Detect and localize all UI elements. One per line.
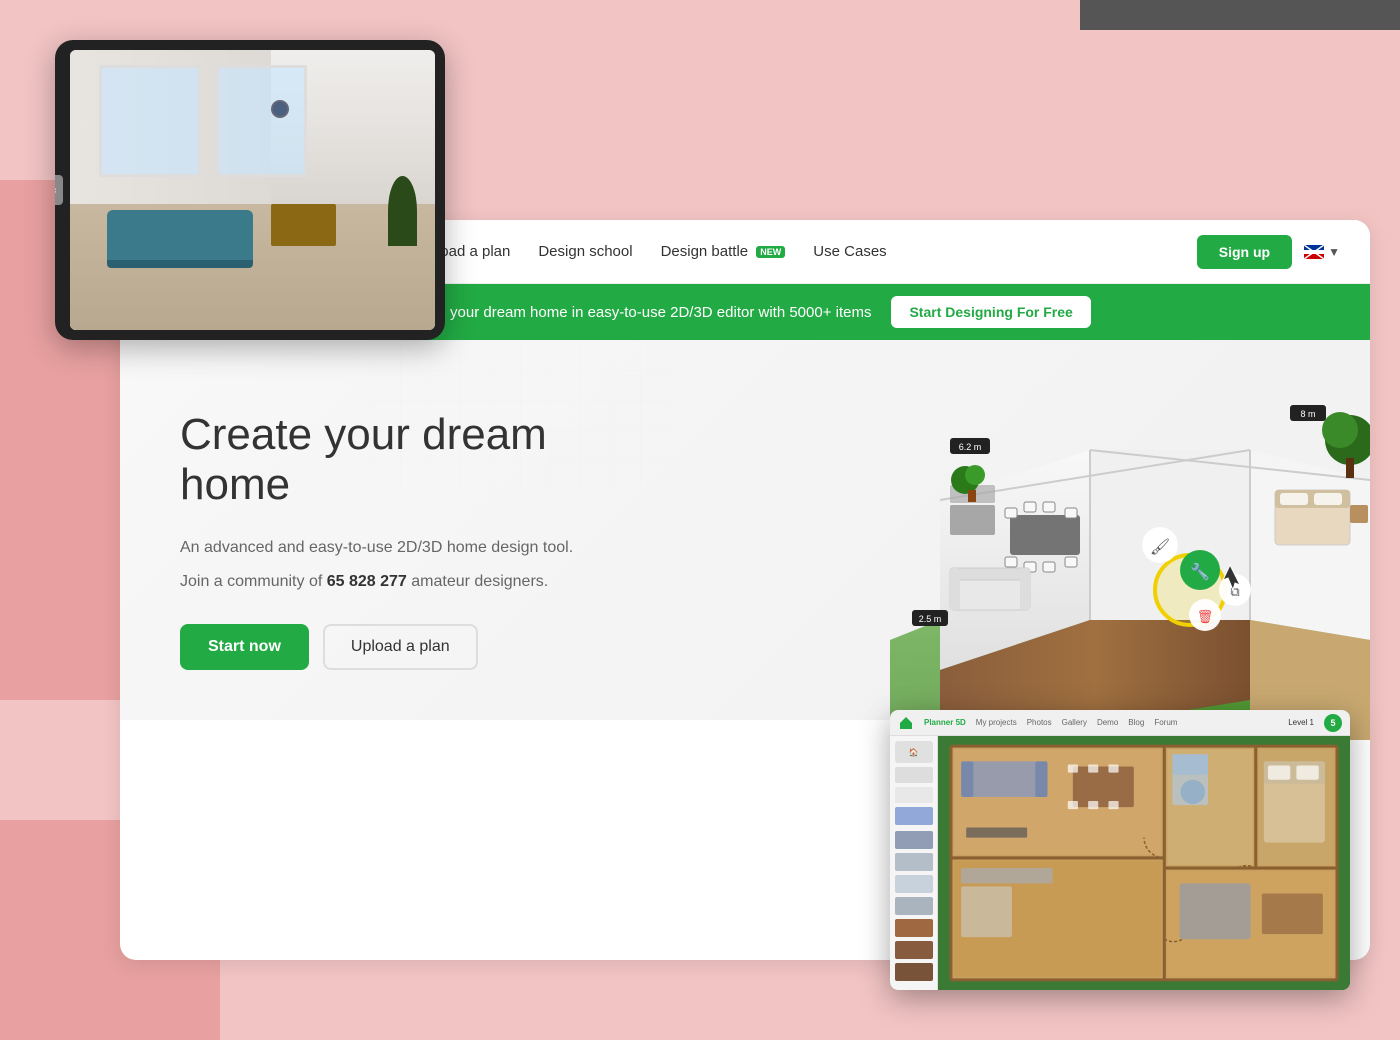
room-sofa — [107, 210, 253, 260]
svg-text:8 m: 8 m — [1300, 409, 1315, 419]
floorplan-screenshot: Planner 5D My projects Photos Gallery De… — [890, 710, 1350, 990]
signup-button[interactable]: Sign up — [1197, 235, 1292, 269]
room-window-left — [99, 65, 201, 177]
bg-decoration-top-right — [1080, 0, 1400, 30]
house-svg: 6.2 m 8 m 2.5 m 🖌 🔧 ⧉ — [890, 320, 1370, 740]
floorplan-logo-icon — [898, 715, 914, 731]
tablet-back-arrow[interactable]: ‹ — [55, 175, 63, 205]
nav-design-battle[interactable]: Design battle NEW — [661, 243, 786, 260]
svg-text:🗑: 🗑 — [1197, 609, 1214, 624]
svg-text:🔧: 🔧 — [1190, 562, 1210, 581]
lang-label: ▼ — [1328, 245, 1340, 259]
language-selector[interactable]: ▼ — [1304, 245, 1340, 259]
sidebar-item-couch-1[interactable] — [895, 853, 933, 871]
hero-title: Create your dream home — [180, 410, 640, 511]
hero-section: Create your dream home An advanced and e… — [120, 340, 1370, 720]
room-window-center — [216, 65, 307, 177]
community-count: 65 828 277 — [327, 573, 407, 590]
floorplan-sidebar: 🏠 — [890, 736, 938, 990]
sidebar-item-wood-1[interactable] — [895, 919, 933, 937]
nav-links: Get ideas Upload a plan Design school De… — [326, 243, 1197, 260]
nav-design-school[interactable]: Design school — [538, 243, 632, 260]
svg-text:6.2 m: 6.2 m — [959, 442, 982, 452]
hero-content: Create your dream home An advanced and e… — [180, 410, 640, 670]
floorplan-toolbar: Planner 5D My projects Photos Gallery De… — [890, 710, 1350, 736]
hero-buttons: Start now Upload a plan — [180, 624, 640, 670]
sidebar-tool-3[interactable] — [895, 787, 933, 803]
sidebar-item-sofa-blue[interactable] — [895, 807, 933, 825]
sidebar-tool-1[interactable]: 🏠 — [895, 741, 933, 763]
nav-use-cases[interactable]: Use Cases — [813, 243, 886, 260]
sidebar-tool-2[interactable] — [895, 767, 933, 783]
svg-text:🖌: 🖌 — [1150, 538, 1170, 556]
flag-icon — [1304, 245, 1324, 259]
floorplan-tab-gallery[interactable]: Gallery — [1062, 718, 1087, 727]
sidebar-item-chair[interactable] — [895, 897, 933, 915]
floorplan-tab-photos[interactable]: Photos — [1027, 718, 1052, 727]
floorplan-level: Level 1 — [1288, 718, 1314, 727]
floorplan-logo: Planner 5D — [924, 718, 966, 727]
sidebar-item-sofa-gray[interactable] — [895, 831, 933, 849]
upload-plan-button[interactable]: Upload a plan — [323, 624, 478, 670]
floorplan-canvas[interactable] — [938, 736, 1350, 990]
start-now-button[interactable]: Start now — [180, 624, 309, 670]
room-plant — [388, 176, 417, 246]
svg-text:2.5 m: 2.5 m — [919, 614, 942, 624]
floorplan-tab-demo[interactable]: Demo — [1097, 718, 1118, 727]
new-badge: NEW — [756, 246, 785, 258]
floorplan-svg — [938, 736, 1350, 990]
hero-desc-line2: Join a community of 65 828 277 amateur d… — [180, 569, 640, 595]
banner-text: Design your dream home in easy-to-use 2D… — [399, 304, 871, 321]
hero-3d-image: 6.2 m 8 m 2.5 m 🖌 🔧 ⧉ — [890, 320, 1370, 740]
hero-desc-line1: An advanced and easy-to-use 2D/3D home d… — [180, 535, 640, 561]
sidebar-item-wood-3[interactable] — [895, 963, 933, 981]
tablet-screen: Planner 5D — [70, 50, 435, 330]
sidebar-item-couch-2[interactable] — [895, 875, 933, 893]
room-scene — [70, 50, 435, 330]
floorplan-user-icon[interactable]: 5 — [1324, 714, 1342, 732]
sidebar-item-wood-2[interactable] — [895, 941, 933, 959]
floorplan-tab-forum[interactable]: Forum — [1154, 718, 1177, 727]
floorplan-tab-blog[interactable]: Blog — [1128, 718, 1144, 727]
floorplan-tab-my-projects[interactable]: My projects — [976, 718, 1017, 727]
tablet-mockup: ‹ Planner 5D — [55, 40, 445, 340]
nav-right: Sign up ▼ — [1197, 235, 1340, 269]
room-dresser — [271, 204, 337, 246]
